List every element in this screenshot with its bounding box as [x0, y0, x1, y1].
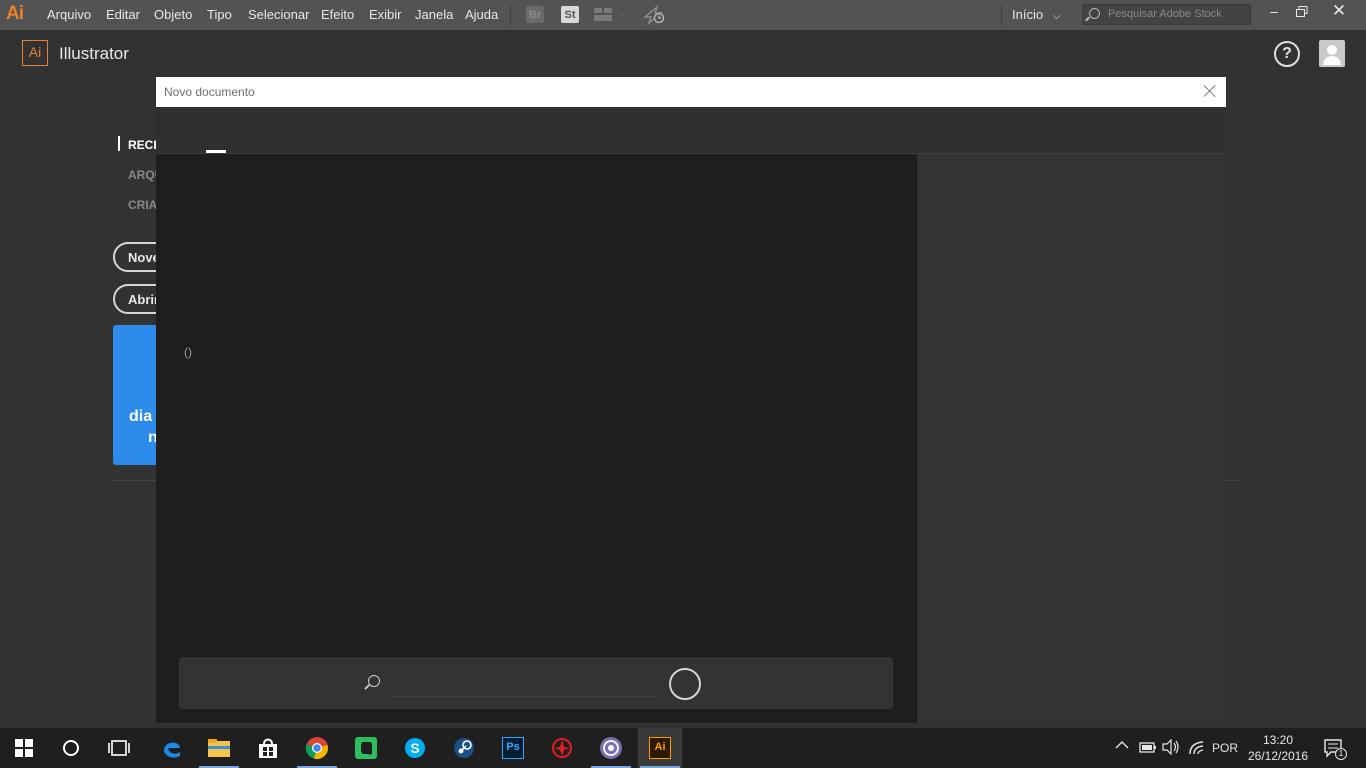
chevron-up-icon[interactable]: [1115, 739, 1129, 753]
template-search-input[interactable]: [391, 673, 658, 697]
chrome-icon[interactable]: [295, 728, 339, 768]
search-icon: [1089, 8, 1100, 19]
gpu-performance-icon[interactable]: [642, 4, 667, 26]
notification-count: 1: [1335, 748, 1347, 760]
close-button[interactable]: ✕: [1330, 1, 1348, 21]
restore-button[interactable]: [1293, 3, 1311, 23]
new-document-dialog: Novo documento (): [156, 77, 1226, 723]
volume-icon[interactable]: [1162, 738, 1180, 758]
avatar[interactable]: [1319, 40, 1345, 67]
skype-icon[interactable]: S: [393, 728, 437, 768]
dialog-title: Novo documento: [156, 77, 1226, 107]
app-icon[interactable]: [540, 728, 584, 768]
bittorrent-icon[interactable]: [589, 728, 633, 768]
search-placeholder: Pesquisar Adobe Stock: [1108, 8, 1222, 20]
menu-tipo[interactable]: Tipo: [207, 7, 232, 22]
close-icon[interactable]: [1202, 83, 1218, 99]
start-button[interactable]: [2, 728, 46, 768]
menu-editar[interactable]: Editar: [106, 7, 140, 22]
workspace-switcher[interactable]: Início ⌵: [1012, 7, 1060, 22]
help-button[interactable]: ?: [1274, 41, 1300, 67]
app-header: Ai Illustrator ?: [0, 30, 1366, 77]
empty-count: (): [184, 345, 192, 359]
photoshop-icon[interactable]: Ps: [491, 728, 535, 768]
arrange-documents-icon[interactable]: [594, 8, 612, 21]
menu-exibir[interactable]: Exibir: [369, 7, 402, 22]
clock-time: 13:20: [1262, 733, 1294, 747]
edge-icon[interactable]: [150, 728, 194, 768]
chevron-down-icon: ⌵: [1052, 11, 1061, 22]
file-explorer-icon[interactable]: [197, 728, 241, 768]
app-title: Illustrator: [59, 44, 129, 63]
illustrator-label: Ai: [649, 737, 671, 759]
illustrator-icon[interactable]: Ai: [638, 728, 682, 768]
template-search-bar: [179, 657, 893, 709]
wifi-icon[interactable]: [1188, 739, 1206, 758]
stock-search-input[interactable]: Pesquisar Adobe Stock: [1082, 4, 1251, 25]
workspace-label: Início: [1012, 7, 1044, 22]
menu-bar: Ai Arquivo Editar Objeto Tipo Selecionar…: [0, 0, 1366, 30]
divider: [510, 5, 511, 25]
action-center-button[interactable]: 1: [1324, 739, 1347, 760]
go-button[interactable]: [669, 668, 701, 700]
evernote-icon[interactable]: [344, 728, 388, 768]
search-icon: [368, 675, 380, 687]
menu-janela[interactable]: Janela: [415, 7, 453, 22]
svg-text:S: S: [410, 740, 419, 756]
cortana-button[interactable]: [49, 728, 93, 768]
clock-date: 26/12/2016: [1247, 749, 1309, 763]
photoshop-label: Ps: [502, 737, 524, 759]
menu-ajuda[interactable]: Ajuda: [465, 7, 498, 22]
store-icon[interactable]: [246, 728, 290, 768]
divider: [1001, 5, 1002, 25]
taskbar: S Ps Ai POR 13:20 26/12/2016 1: [0, 728, 1366, 768]
menu-selecionar[interactable]: Selecionar: [248, 7, 309, 22]
language-indicator[interactable]: POR: [1212, 741, 1238, 755]
task-view-button[interactable]: [97, 728, 141, 768]
promo-text: dia: [129, 408, 153, 425]
steam-icon[interactable]: [442, 728, 486, 768]
preset-details-pane: [917, 154, 1226, 723]
presets-pane: (): [156, 154, 917, 723]
stock-button[interactable]: St: [561, 6, 579, 23]
clock[interactable]: 13:20 26/12/2016: [1247, 732, 1309, 764]
nav-item-created[interactable]: CRIA: [128, 198, 157, 212]
app-logo: Ai: [6, 3, 24, 24]
menu-arquivo[interactable]: Arquivo: [47, 7, 91, 22]
menu-efeito[interactable]: Efeito: [321, 7, 354, 22]
minimize-button[interactable]: –: [1265, 3, 1283, 23]
chevron-down-icon[interactable]: ⌵: [619, 8, 626, 19]
menu-objeto[interactable]: Objeto: [154, 7, 192, 22]
nav-selection-indicator: [118, 136, 120, 151]
cortana-icon: [63, 740, 79, 756]
task-view-icon: [108, 740, 130, 756]
illustrator-logo: Ai: [22, 40, 48, 66]
battery-icon[interactable]: [1139, 740, 1157, 757]
preset-tabs: [156, 107, 1226, 154]
bridge-button[interactable]: Br: [526, 6, 544, 23]
tab-selected-indicator[interactable]: [206, 150, 226, 153]
